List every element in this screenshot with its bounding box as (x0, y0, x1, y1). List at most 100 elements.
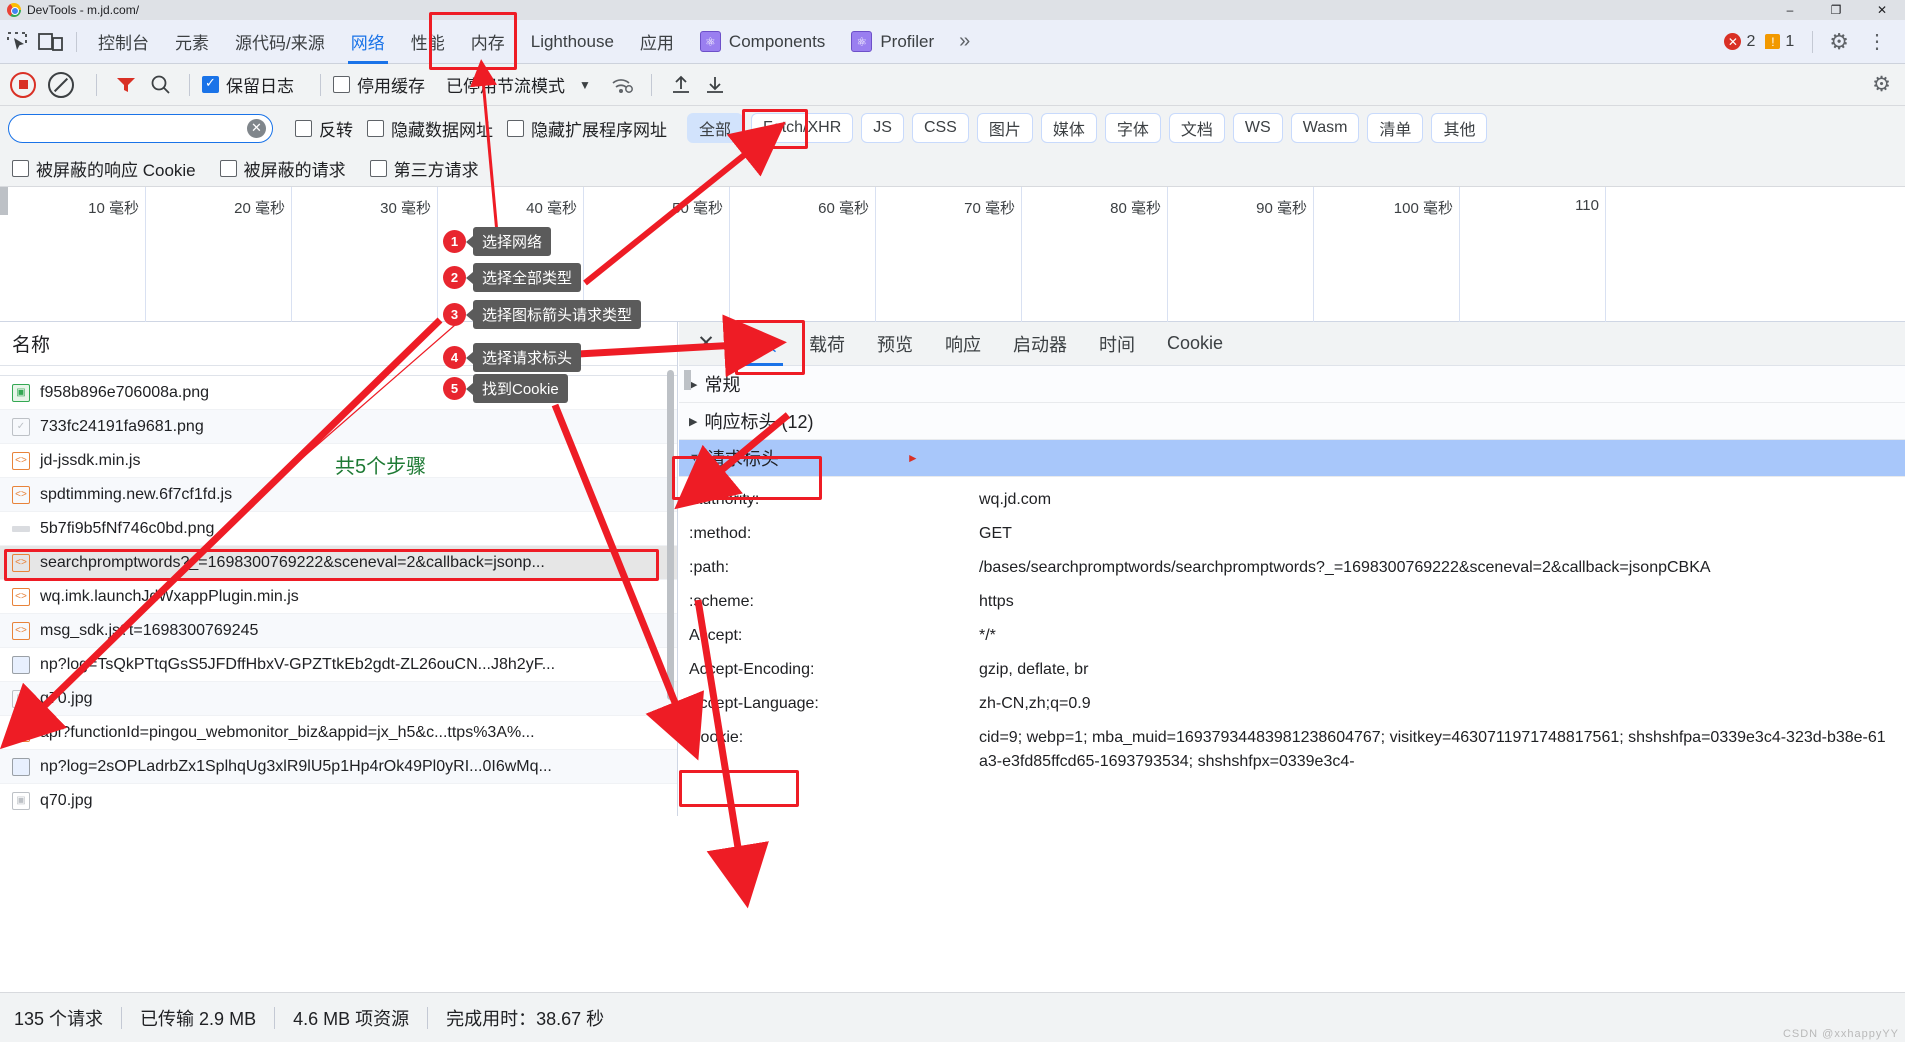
tab-cookies[interactable]: Cookie (1151, 322, 1239, 366)
network-settings-gear-icon[interactable]: ⚙ (1872, 72, 1891, 97)
type-filter-ws[interactable]: WS (1232, 113, 1283, 143)
search-icon[interactable] (143, 70, 177, 100)
throttling-label: 已停用节流模式 (446, 77, 565, 96)
tab-label: 内存 (470, 34, 505, 53)
checkbox-box (295, 119, 312, 137)
type-filter-img[interactable]: 图片 (976, 113, 1033, 143)
more-options-icon[interactable]: ⋮ (1857, 32, 1897, 52)
hide-extension-urls-label: 隐藏扩展程序网址 (531, 120, 667, 140)
tab-headers[interactable]: 标头 (725, 322, 793, 366)
divider (650, 73, 652, 96)
filter-icon[interactable] (109, 70, 143, 100)
network-overview-timeline[interactable]: 10 毫秒 20 毫秒 30 毫秒 40 毫秒 50 毫秒 60 毫秒 70 毫… (0, 187, 1905, 322)
table-row[interactable]: ▣ f958b896e706008a.png (0, 376, 677, 410)
filter-input[interactable] (19, 118, 249, 138)
maximize-button[interactable]: ❐ (1813, 0, 1859, 20)
tab-components[interactable]: ⚛ Components (687, 20, 838, 64)
tab-label: 应用 (639, 34, 674, 53)
table-row[interactable]: <> spdtimming.new.6f7cf1fd.js (0, 478, 677, 512)
tab-sources[interactable]: 源代码/来源 (222, 20, 338, 64)
request-name: wq.imk.launchJdWxappPlugin.min.js (40, 587, 299, 605)
table-row[interactable]: <> jd-jssdk.min.js (0, 444, 677, 478)
type-filter-all[interactable]: 全部 (687, 113, 744, 143)
section-request-headers[interactable]: ▼ 请求标头 ► (679, 440, 1905, 477)
table-row[interactable]: np?log=TsQkPTtqGsS5JFDffHbxV-GPZTtkEb2gd… (0, 648, 677, 682)
header-row: :scheme: https (679, 585, 1905, 619)
tab-network[interactable]: 网络 (338, 20, 398, 64)
hide-data-urls-checkbox[interactable]: 隐藏数据网址 (367, 116, 493, 141)
chevron-right-icon: ▶ (689, 415, 698, 428)
tab-memory[interactable]: 内存 (458, 20, 518, 64)
clear-button[interactable] (48, 71, 74, 98)
other-icon (12, 525, 30, 532)
hide-extension-urls-checkbox[interactable]: 隐藏扩展程序网址 (507, 116, 667, 141)
request-name: jd-jssdk.min.js (40, 451, 141, 469)
third-party-checkbox[interactable]: 第三方请求 (369, 156, 479, 181)
type-filter-font[interactable]: 字体 (1104, 113, 1161, 143)
record-button[interactable] (10, 71, 36, 98)
table-row[interactable]: ✓ 733fc24191fa9681.png (0, 410, 677, 444)
invert-checkbox[interactable]: 反转 (295, 116, 353, 141)
blocked-cookies-checkbox[interactable]: 被屏蔽的响应 Cookie (12, 156, 196, 181)
tab-lighthouse[interactable]: Lighthouse (518, 20, 627, 64)
tab-label: 源代码/来源 (235, 34, 325, 53)
minimize-button[interactable]: – (1767, 0, 1813, 20)
filter-input-wrapper[interactable]: ✕ (8, 113, 273, 143)
clear-filter-icon[interactable]: ✕ (247, 118, 266, 138)
table-row[interactable]: <> msg_sdk.js?t=1698300769245 (0, 614, 677, 648)
table-row[interactable]: <> wq.imk.launchJdWxappPlugin.min.js (0, 580, 677, 614)
tab-performance[interactable]: 性能 (398, 20, 458, 64)
close-details-icon[interactable]: ✕ (687, 331, 725, 356)
type-filter-wasm[interactable]: Wasm (1290, 113, 1360, 143)
tab-response[interactable]: 响应 (929, 322, 997, 366)
type-filter-css[interactable]: CSS (911, 113, 969, 143)
disable-cache-checkbox[interactable]: 停用缓存 (333, 72, 425, 97)
tab-timing[interactable]: 时间 (1083, 322, 1151, 366)
table-row-selected[interactable]: <> searchpromptwords?_=1698300769222&scen… (0, 546, 677, 580)
script-icon: <> (12, 553, 30, 572)
type-filter-doc[interactable]: 文档 (1168, 113, 1225, 143)
device-toolbar-icon[interactable] (34, 27, 68, 57)
close-button[interactable]: ✕ (1859, 0, 1905, 20)
blocked-requests-checkbox[interactable]: 被屏蔽的请求 (219, 156, 346, 181)
export-har-icon[interactable] (698, 70, 732, 100)
section-response-headers[interactable]: ▶ 响应标头 (12) (679, 403, 1905, 440)
tab-console[interactable]: 控制台 (85, 20, 162, 64)
warning-badge[interactable]: ! 1 (1765, 33, 1794, 51)
tab-payload[interactable]: 载荷 (793, 322, 861, 366)
import-har-icon[interactable] (664, 70, 698, 100)
tab-preview[interactable]: 预览 (861, 322, 929, 366)
table-row[interactable]: <> api?functionId=pingou_webmonitor_biz&a… (0, 716, 677, 750)
request-name: spdtimming.new.6f7cf1fd.js (40, 485, 233, 503)
type-filter-other[interactable]: 其他 (1431, 113, 1488, 143)
type-filter-media[interactable]: 媒体 (1040, 113, 1097, 143)
tab-elements[interactable]: 元素 (162, 20, 222, 64)
tab-profiler[interactable]: ⚛ Profiler (838, 20, 947, 64)
table-row[interactable]: 5b7fi9b5fNf746c0bd.png (0, 512, 677, 546)
tab-application[interactable]: 应用 (627, 20, 687, 64)
header-key: :path: (689, 559, 730, 576)
details-tab-bar: ✕ 标头 载荷 预览 响应 启动器 时间 Cookie (679, 322, 1905, 366)
network-toolbar: 保留日志 停用缓存 已停用节流模式 ▼ ⚙ (0, 64, 1905, 106)
details-scrollbar-top[interactable] (684, 370, 691, 390)
section-general[interactable]: ▶ 常规 (679, 366, 1905, 403)
more-tabs-icon[interactable]: » (947, 30, 979, 53)
type-filter-js[interactable]: JS (861, 113, 904, 143)
throttling-select[interactable]: 已停用节流模式 ▼ (439, 72, 591, 97)
divider (1812, 30, 1814, 53)
table-row[interactable]: ▣ q70.jpg (0, 682, 677, 716)
request-list-scrollbar[interactable] (667, 370, 674, 700)
inspect-element-icon[interactable] (0, 27, 34, 57)
type-filter-manifest[interactable]: 清单 (1367, 113, 1424, 143)
table-row[interactable]: ▣ q70.jpg (0, 784, 677, 816)
header-row: Accept-Encoding: gzip, deflate, br (679, 653, 1905, 687)
tab-initiator[interactable]: 启动器 (997, 322, 1083, 366)
tab-label: 控制台 (98, 34, 149, 53)
settings-gear-icon[interactable]: ⚙ (1821, 29, 1857, 55)
table-row[interactable]: np?log=2sOPLadrbZx1SplhqUg3xlR9lU5p1Hp4r… (0, 750, 677, 784)
preserve-log-checkbox[interactable]: 保留日志 (202, 72, 294, 97)
network-conditions-icon[interactable] (605, 70, 639, 100)
network-filter-row: ✕ 反转 隐藏数据网址 隐藏扩展程序网址 全部 Fetch/XHR JS CSS… (0, 106, 1905, 150)
type-filter-fetch-xhr[interactable]: Fetch/XHR (751, 113, 854, 143)
error-badge[interactable]: ✕ 2 (1724, 33, 1755, 51)
